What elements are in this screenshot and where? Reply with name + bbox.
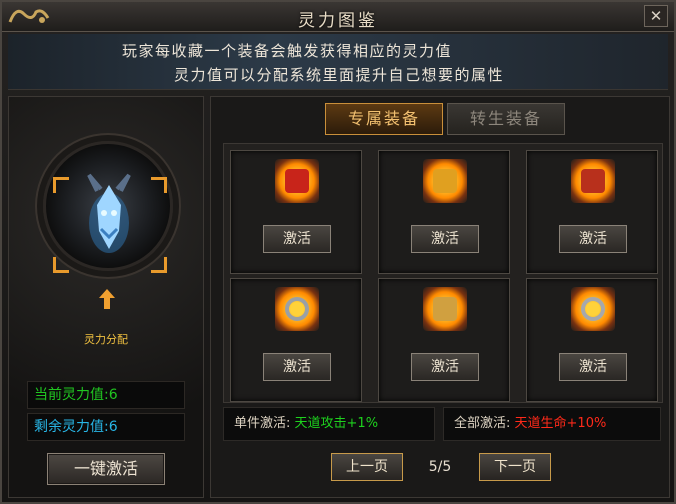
corner-bracket-icon	[151, 177, 167, 193]
red-boots-icon[interactable]	[571, 159, 615, 203]
full-activation-label: 全部激活:	[454, 416, 511, 431]
current-spirit-label: 当前灵力值:	[34, 387, 109, 403]
current-spirit-number: 6	[108, 387, 118, 403]
silver-ring-icon[interactable]	[275, 287, 319, 331]
spirit-allocation-label[interactable]: 灵力分配	[9, 331, 203, 347]
activate-button[interactable]: 激活	[559, 225, 627, 253]
equipment-slot: 激活	[378, 278, 510, 402]
red-claw-icon[interactable]	[275, 159, 319, 203]
equipment-slot: 激活	[378, 150, 510, 274]
golden-figure-icon[interactable]	[423, 159, 467, 203]
corner-bracket-icon	[53, 177, 69, 193]
remaining-spirit-label: 剩余灵力值:	[34, 419, 109, 435]
item-glyph	[285, 297, 309, 321]
single-activation-label: 单件激活:	[234, 416, 291, 431]
equipment-slot: 激活	[526, 150, 658, 274]
description-line-2: 灵力值可以分配系统里面提升自己想要的属性	[174, 66, 505, 84]
equipment-slot: 激活	[230, 150, 362, 274]
up-arrow-icon	[99, 289, 115, 309]
tab-exclusive-equipment[interactable]: 专属装备	[325, 103, 443, 135]
spirit-catalog-window: 灵力图鉴 ✕ 玩家每收藏一个装备会触发获得相应的灵力值 灵力值可以分配系统里面提…	[0, 0, 676, 504]
title-bar: 灵力图鉴 ✕	[2, 2, 674, 32]
spirit-beast-icon[interactable]	[79, 171, 139, 267]
activate-button[interactable]: 激活	[559, 353, 627, 381]
activate-button[interactable]: 激活	[411, 225, 479, 253]
full-activation-value: 天道生命+10%	[514, 416, 607, 431]
activate-button[interactable]: 激活	[263, 353, 331, 381]
description-line-1: 玩家每收藏一个装备会触发获得相应的灵力值	[122, 42, 453, 60]
equipment-panel: 专属装备 转生装备 激活 激活 激活 激活 激活 激活 单件激活: 天道攻击+1…	[210, 96, 670, 498]
equipment-slot: 激活	[526, 278, 658, 402]
remaining-spirit-number: 6	[108, 419, 118, 435]
description-banner: 玩家每收藏一个装备会触发获得相应的灵力值 灵力值可以分配系统里面提升自己想要的属…	[8, 34, 668, 90]
full-activation-bonus: 全部激活: 天道生命+10%	[443, 407, 661, 441]
spirit-allocation-panel: 灵力分配 当前灵力值:6 剩余灵力值:6 一键激活	[8, 96, 204, 498]
silver-ring-icon[interactable]	[571, 287, 615, 331]
gold-bracelet-icon[interactable]	[423, 287, 467, 331]
activate-button[interactable]: 激活	[263, 225, 331, 253]
equipment-slot: 激活	[230, 278, 362, 402]
corner-bracket-icon	[53, 257, 69, 273]
item-glyph	[581, 169, 605, 193]
tab-rebirth-equipment[interactable]: 转生装备	[447, 103, 565, 135]
item-glyph	[433, 169, 457, 193]
activate-button[interactable]: 激活	[411, 353, 479, 381]
window-title: 灵力图鉴	[298, 11, 378, 31]
corner-bracket-icon	[151, 257, 167, 273]
single-activation-value: 天道攻击+1%	[294, 416, 379, 431]
one-click-activate-button[interactable]: 一键激活	[47, 453, 165, 485]
close-button[interactable]: ✕	[644, 5, 668, 27]
current-spirit-value: 当前灵力值:6	[27, 381, 185, 409]
item-glyph	[285, 169, 309, 193]
prev-page-button[interactable]: 上一页	[331, 453, 403, 481]
single-activation-bonus: 单件激活: 天道攻击+1%	[223, 407, 435, 441]
page-indicator: 5/5	[428, 459, 452, 475]
equipment-grid: 激活 激活 激活 激活 激活 激活	[223, 143, 663, 403]
next-page-button[interactable]: 下一页	[479, 453, 551, 481]
remaining-spirit-value: 剩余灵力值:6	[27, 413, 185, 441]
item-glyph	[433, 297, 457, 321]
item-glyph	[581, 297, 605, 321]
